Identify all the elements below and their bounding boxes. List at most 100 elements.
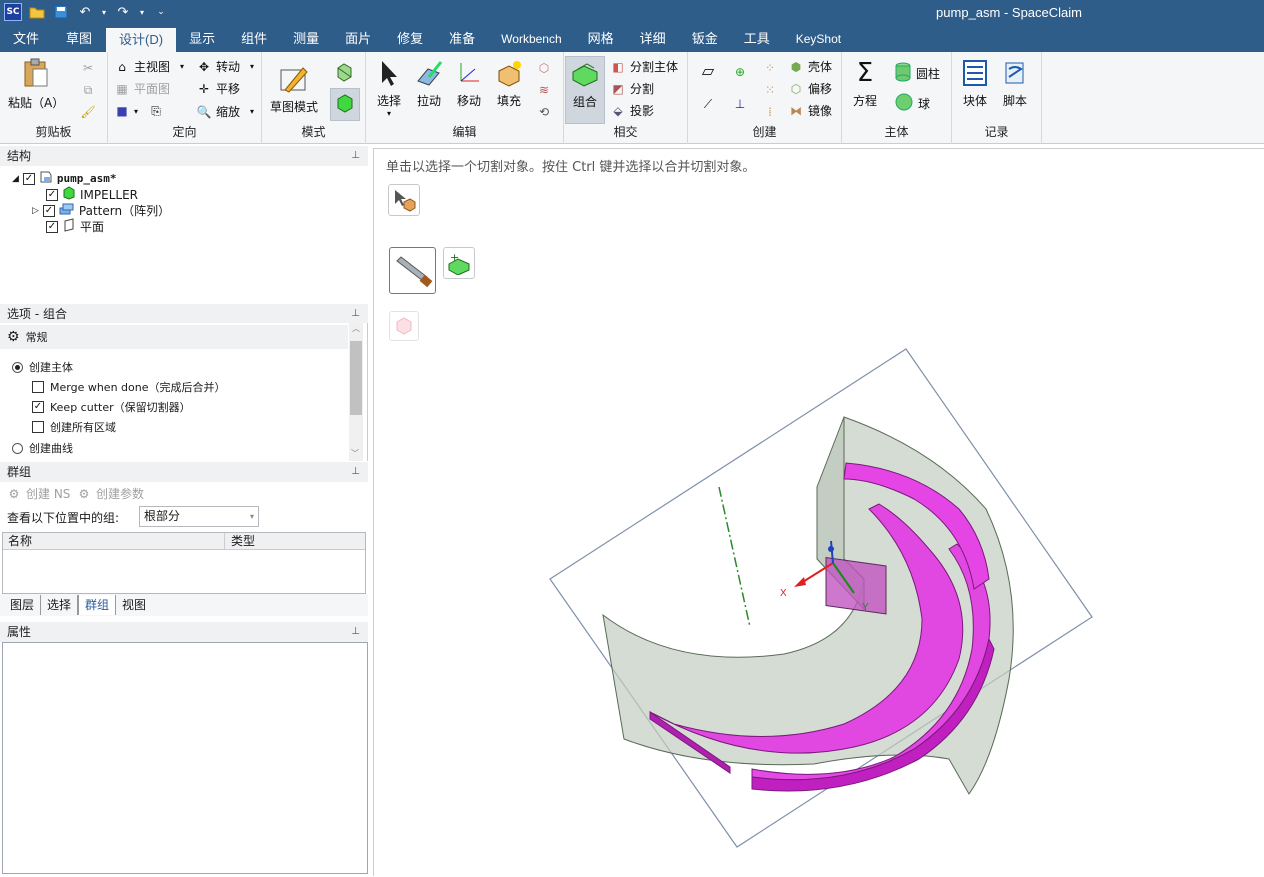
zoom-button[interactable]: 🔍 缩放 ▾ (196, 103, 255, 120)
rotate-button[interactable]: ✥ 转动 ▾ (196, 58, 254, 75)
combine-complete-tool[interactable] (389, 311, 419, 341)
tab-groups[interactable]: 群组 (78, 595, 117, 615)
redo-icon[interactable]: ↷ (114, 3, 132, 21)
fill-button[interactable]: 填充 (494, 58, 524, 109)
tab-selection[interactable]: 选择 (41, 595, 79, 615)
tab-display[interactable]: 显示 (176, 28, 228, 52)
grid-pattern-button[interactable]: ⁞ (762, 104, 778, 120)
keep-cutter-checkbox[interactable] (32, 401, 44, 413)
create-all-regions-option[interactable]: 创建所有区域 (32, 419, 116, 435)
shell-button[interactable]: ⬢ 壳体 (788, 58, 832, 75)
mirror-button[interactable]: ⧓ 镜像 (788, 102, 832, 119)
collapse-icon[interactable]: ◢ (12, 174, 19, 184)
format-painter-button[interactable]: 🖌 (80, 104, 96, 120)
blend-button[interactable]: ⬡ (536, 60, 552, 76)
create-ns-button[interactable]: ⚙ 创建 NS (6, 485, 71, 502)
tweak-face-button[interactable]: ≋ (536, 82, 552, 98)
create-all-regions-checkbox[interactable] (32, 421, 44, 433)
create-body-option[interactable]: 创建主体 (12, 359, 73, 375)
scroll-down-icon[interactable]: ﹀ (351, 448, 359, 459)
linear-pattern-button[interactable]: ⁙ (762, 82, 778, 98)
tab-detail[interactable]: 详细 (627, 28, 679, 52)
tab-assembly[interactable]: 组件 (228, 28, 280, 52)
tab-measure[interactable]: 测量 (280, 28, 332, 52)
col-type[interactable]: 类型 (225, 533, 255, 549)
save-icon[interactable] (52, 3, 70, 21)
view-cube-button[interactable]: ■ ▾ ⎘ (114, 103, 164, 119)
visibility-checkbox[interactable] (46, 188, 58, 201)
undo-dropdown-icon[interactable]: ▾ (100, 3, 108, 21)
tab-keyshot[interactable]: KeyShot (783, 28, 854, 52)
create-parameter-button[interactable]: ⚙ 创建参数 (76, 485, 144, 502)
sphere-button[interactable]: 球 (894, 92, 930, 115)
tab-facets[interactable]: 面片 (332, 28, 384, 52)
tab-prepare[interactable]: 准备 (436, 28, 488, 52)
visibility-checkbox[interactable] (22, 172, 35, 185)
tab-sketch[interactable]: 草图 (52, 28, 106, 52)
tab-layers[interactable]: 图层 (0, 595, 42, 615)
tree-item-plane[interactable]: 平面 (46, 218, 104, 235)
tab-sheet-metal[interactable]: 钣金 (679, 28, 731, 52)
options-scrollbar[interactable]: ︿ ﹀ (349, 323, 363, 461)
pin-icon[interactable]: ⊥ (351, 462, 360, 482)
select-button[interactable]: 选择 ▾ (374, 58, 404, 118)
section-mode-button[interactable] (334, 62, 354, 85)
merge-when-done-option[interactable]: Merge when done（完成后合并） (32, 379, 226, 395)
circle-pattern-button[interactable]: ⁘ (762, 60, 778, 76)
tree-root[interactable]: ◢ pump_asm* (12, 170, 117, 187)
tab-mesh[interactable]: 网格 (575, 28, 627, 52)
pin-icon[interactable]: ⊥ (351, 146, 360, 166)
keep-cutter-option[interactable]: Keep cutter（保留切割器） (32, 399, 191, 415)
block-button[interactable]: 块体 (960, 58, 990, 109)
replace-button[interactable]: ⟲ (536, 104, 552, 120)
merge-when-done-checkbox[interactable] (32, 381, 44, 393)
visibility-checkbox[interactable] (42, 204, 55, 217)
cut-button[interactable]: ✂ (80, 60, 96, 76)
visibility-checkbox[interactable] (46, 220, 58, 233)
home-view-button[interactable]: ⌂ 主视图 ▾ (114, 58, 184, 75)
tab-repair[interactable]: 修复 (384, 28, 436, 52)
project-button[interactable]: ⬙ 投影 (610, 102, 654, 119)
plan-view-button[interactable]: ▦ 平面图 (114, 80, 170, 97)
pull-button[interactable]: 拉动 (414, 58, 444, 109)
tab-design[interactable]: 设计(D) (106, 28, 177, 52)
rectangle-button[interactable]: ▱ (700, 61, 716, 80)
axis-button[interactable]: ⊥ (732, 96, 748, 112)
split-button[interactable]: ◩ 分割 (610, 80, 654, 97)
tab-tools[interactable]: 工具 (731, 28, 783, 52)
split-body-button[interactable]: ◧ 分割主体 (610, 58, 678, 75)
paste-button[interactable]: 粘贴（A） (8, 58, 64, 111)
cylinder-button[interactable]: 圆柱 (894, 62, 940, 85)
line-button[interactable]: ⟋ (700, 96, 716, 112)
create-curves-radio[interactable] (12, 442, 23, 454)
scroll-thumb[interactable] (350, 341, 362, 415)
options-section-general[interactable]: ⚙ 常规 (0, 325, 348, 349)
tree-item-impeller[interactable]: IMPELLER (46, 186, 138, 203)
select-target-tool[interactable]: + (443, 247, 475, 279)
create-curves-option[interactable]: 创建曲线 (12, 440, 73, 456)
app-logo[interactable]: SC (4, 3, 22, 21)
col-name[interactable]: 名称 (3, 533, 225, 549)
tab-file[interactable]: 文件 (0, 28, 52, 52)
pan-button[interactable]: ✛ 平移 (196, 80, 240, 97)
scroll-up-icon[interactable]: ︿ (349, 323, 363, 334)
expand-icon[interactable]: ▷ (32, 206, 39, 216)
sketch-mode-button[interactable]: 草图模式 (270, 64, 318, 115)
open-icon[interactable] (28, 3, 46, 21)
select-body-tool[interactable] (388, 184, 420, 216)
combine-button[interactable]: 组合 (565, 56, 605, 124)
select-cutter-tool[interactable] (389, 247, 436, 294)
equation-button[interactable]: Σ 方程 (850, 58, 880, 109)
redo-dropdown-icon[interactable]: ▾ (138, 3, 146, 21)
copy-button[interactable]: ⧉ (80, 82, 96, 98)
3d-viewport[interactable]: 单击以选择一个切割对象。按住 Ctrl 键并选择以合并切割对象。 + X Y (373, 148, 1264, 876)
script-button[interactable]: 脚本 (1000, 58, 1030, 109)
pin-icon[interactable]: ⊥ (351, 622, 360, 642)
tree-item-pattern[interactable]: ▷ Pattern（阵列） (32, 202, 170, 219)
pin-icon[interactable]: ⊥ (351, 304, 360, 324)
offset-button[interactable]: ⬡ 偏移 (788, 80, 832, 97)
customize-toolbar-icon[interactable]: ⌄ (152, 3, 170, 21)
point-button[interactable]: ⊕ (732, 64, 748, 80)
move-button[interactable]: 移动 (454, 58, 484, 109)
tab-workbench[interactable]: Workbench (488, 28, 574, 52)
